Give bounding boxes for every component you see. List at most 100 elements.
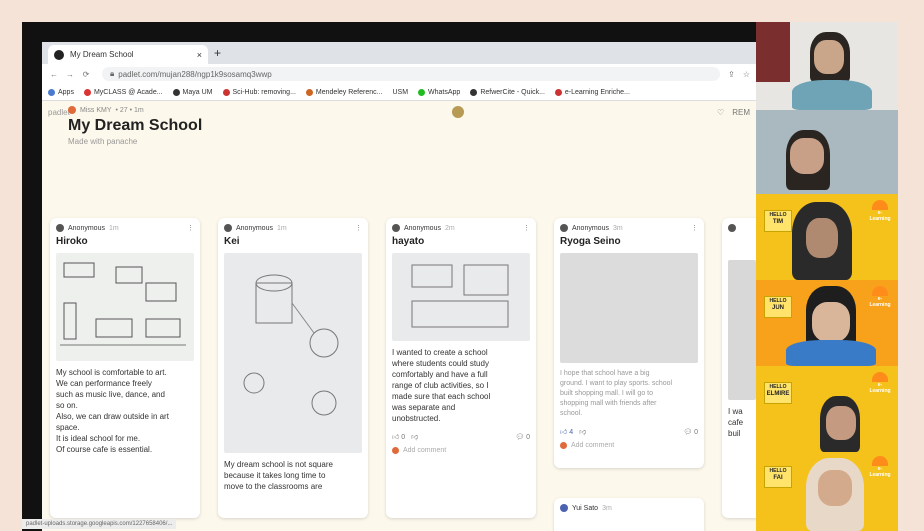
bookmark-apps[interactable]: Apps — [48, 88, 74, 96]
address-bar: ← → ⟳ 🔒︎ padlet.com/mujan288/ngp1k9sosam… — [42, 64, 756, 84]
post-sketch-image[interactable] — [728, 260, 756, 400]
board-avatar-icon[interactable] — [452, 106, 464, 118]
elearning-logo: e-Learning — [868, 200, 892, 230]
bookmark-scihub[interactable]: Sci-Hub: removing... — [222, 88, 296, 96]
post-body: I wa cafe buil — [728, 407, 744, 438]
heart-icon[interactable]: ♡ — [717, 108, 724, 117]
participant-tile-jun[interactable]: HELLO JUN e-Learning — [756, 280, 898, 366]
participant-face — [812, 302, 850, 342]
post-body: My dream school is not square because it… — [224, 460, 333, 491]
user-avatar — [560, 442, 567, 449]
post-sketch-image[interactable] — [392, 253, 530, 341]
post-body: I hope that school have a big ground. I … — [560, 370, 673, 417]
participant-clothes — [786, 340, 876, 366]
more-options-icon[interactable]: ⋮ — [187, 224, 194, 232]
post-card[interactable]: Anonymous 1m ⋮ Hiroko My school is comfo… — [50, 218, 200, 518]
bookmark-usm[interactable]: USM — [392, 89, 408, 96]
new-tab-icon[interactable]: + — [214, 46, 221, 60]
post-body: My school is comfortable to art. We can … — [56, 368, 169, 454]
apps-icon — [48, 88, 55, 96]
post-card-partial[interactable]: I wa cafe buil — [722, 218, 756, 518]
like-button[interactable]: 👍︎ 0 — [392, 432, 405, 441]
post-header: Yui Sato 3m — [554, 498, 704, 512]
bookmark-myclass[interactable]: MyCLASS @ Acade... — [83, 88, 163, 96]
post-body: I wanted to create a school where studen… — [392, 348, 491, 423]
participants-panel: HELLO TIM e-Learning HELLO JUN e-Learning … — [756, 22, 898, 531]
post-sketch-image[interactable] — [56, 253, 194, 361]
whatsapp-icon — [418, 88, 426, 96]
more-options-icon[interactable]: ⋮ — [355, 224, 362, 232]
participant-face — [818, 470, 852, 506]
participant-tile[interactable] — [756, 110, 898, 194]
close-tab-icon[interactable]: × — [197, 50, 202, 60]
post-title: Kei — [224, 236, 240, 247]
name-badge: HELLO ELMIRE — [764, 382, 792, 404]
remake-button[interactable]: REM — [732, 108, 750, 117]
mendeley-icon — [305, 88, 313, 96]
bookmarks-bar: Apps MyCLASS @ Acade... Maya UM Sci-Hub:… — [42, 84, 756, 101]
globe-icon — [470, 88, 478, 96]
post-sketch-image[interactable] — [560, 253, 698, 363]
participant-clothes — [792, 80, 872, 110]
sketch-drawing — [60, 262, 186, 346]
url-text: padlet.com/mujan288/ngp1k9sosamq3wwp — [118, 69, 272, 79]
tab-my-dream-school[interactable]: My Dream School × — [48, 45, 208, 64]
anonymous-avatar-icon — [56, 224, 64, 232]
star-icon[interactable]: ☆ — [743, 70, 750, 79]
bookmark-maya[interactable]: Maya UM — [172, 88, 213, 96]
add-comment[interactable]: Add comment — [554, 440, 704, 455]
scihub-icon — [222, 88, 230, 96]
participant-face — [826, 406, 856, 440]
name-badge: HELLO JUN — [764, 296, 792, 318]
sketch-drawing — [243, 274, 339, 416]
elearning-icon — [554, 88, 562, 96]
post-title: Hiroko — [56, 236, 88, 247]
post-reactions: 👍︎ 4 👎︎ 💬︎ 0 — [554, 423, 704, 440]
back-icon[interactable]: ← — [48, 70, 60, 79]
author-avatar — [68, 106, 76, 114]
like-button[interactable]: 👍︎ 4 — [560, 427, 573, 436]
globe-icon — [172, 88, 180, 96]
curtain — [756, 22, 790, 82]
tab-bar: My Dream School × + — [42, 42, 756, 64]
more-options-icon[interactable]: ⋮ — [691, 224, 698, 232]
more-options-icon[interactable]: ⋮ — [523, 224, 530, 232]
post-header — [722, 218, 756, 232]
participant-tile-elmire[interactable]: HELLO ELMIRE e-Learning — [756, 366, 898, 452]
add-comment[interactable]: Add comment — [386, 445, 536, 460]
anonymous-avatar-icon — [728, 224, 736, 232]
post-header: Anonymous 2m ⋮ — [386, 218, 536, 232]
screen-share: My Dream School × + ← → ⟳ 🔒︎ padlet.com/… — [22, 22, 756, 531]
anonymous-avatar-icon — [560, 224, 568, 232]
post-header: Anonymous 1m ⋮ — [218, 218, 368, 232]
reload-icon[interactable]: ⟳ — [80, 70, 92, 79]
forward-icon[interactable]: → — [64, 70, 76, 79]
elearning-logo: e-Learning — [868, 286, 892, 316]
url-field[interactable]: 🔒︎ padlet.com/mujan288/ngp1k9sosamq3wwp — [102, 67, 721, 81]
lock-icon: 🔒︎ — [110, 69, 115, 78]
participant-tile-fai[interactable]: HELLO FAI e-Learning — [756, 452, 898, 531]
post-card[interactable]: Yui Sato 3m — [554, 498, 704, 531]
padlet-brand[interactable]: padlet — [48, 108, 70, 117]
post-card[interactable]: Anonymous 3m ⋮ Ryoga Seino I hope that s… — [554, 218, 704, 468]
anonymous-avatar-icon — [224, 224, 232, 232]
participant-face — [814, 40, 844, 74]
participant-tile-tim[interactable]: HELLO TIM e-Learning — [756, 194, 898, 280]
dislike-button[interactable]: 👎︎ — [411, 432, 418, 441]
post-sketch-image[interactable] — [224, 253, 362, 453]
post-card[interactable]: Anonymous 1m ⋮ Kei My dream school is no… — [218, 218, 368, 518]
post-card[interactable]: Anonymous 2m ⋮ hayato I wanted to create… — [386, 218, 536, 518]
participant-tile[interactable] — [756, 22, 898, 110]
name-badge: HELLO TIM — [764, 210, 792, 232]
comment-count[interactable]: 💬︎ 0 — [683, 428, 698, 436]
post-header: Anonymous 1m ⋮ — [50, 218, 200, 232]
comment-count[interactable]: 💬︎ 0 — [515, 433, 530, 441]
bookmark-whatsapp[interactable]: WhatsApp — [418, 88, 460, 96]
status-url: padlet-uploads.storage.googleapis.com/12… — [22, 519, 177, 529]
bookmark-mendeley[interactable]: Mendeley Referenc... — [305, 88, 382, 96]
dislike-button[interactable]: 👎︎ — [579, 427, 586, 436]
bookmark-refwercite[interactable]: RefwerCite - Quick... — [470, 88, 545, 96]
elearning-logo: e-Learning — [868, 372, 892, 402]
bookmark-elearning[interactable]: e-Learning Enriche... — [554, 88, 630, 96]
share-icon[interactable]: ⇪ — [728, 70, 735, 79]
